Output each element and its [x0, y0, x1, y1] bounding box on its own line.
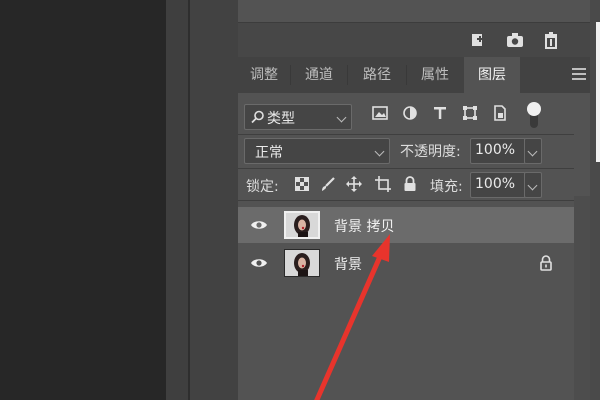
layer-thumbnail	[284, 211, 320, 239]
shape-filter-icon[interactable]	[460, 103, 480, 123]
layer-row[interactable]: 背景 拷贝	[238, 207, 574, 243]
layers-panel: 调整 通道 路径 属性 图层 类型 正常 不透明度: 100% 锁定: 填充: …	[238, 0, 590, 400]
fill-input[interactable]: 100%	[470, 172, 526, 198]
opacity-label: 不透明度:	[400, 144, 461, 160]
panel-dock-strip	[190, 0, 238, 400]
chevron-down-icon	[374, 146, 385, 157]
type-filter-icon[interactable]	[430, 103, 450, 123]
tab-layers[interactable]: 图层	[464, 57, 520, 93]
upper-panel-area	[238, 0, 590, 23]
layer-name: 背景	[334, 257, 362, 273]
chevron-down-icon	[527, 180, 538, 191]
tab-properties[interactable]: 属性	[407, 57, 463, 93]
lock-artboard-icon[interactable]	[374, 175, 392, 193]
new-layer-icon[interactable]	[466, 29, 488, 51]
window-edge	[596, 22, 600, 162]
fill-label: 填充:	[430, 179, 463, 195]
layers-scrollbar[interactable]	[574, 196, 590, 400]
tab-paths[interactable]: 路径	[348, 57, 406, 93]
canvas-area[interactable]	[0, 0, 166, 400]
lock-all-icon[interactable]	[401, 175, 419, 193]
visibility-eye-icon[interactable]	[250, 255, 268, 271]
layer-locked-icon	[539, 255, 553, 271]
lock-position-icon[interactable]	[345, 175, 363, 193]
layer-filter-dropdown[interactable]: 类型	[244, 104, 352, 130]
smart-object-filter-icon[interactable]	[490, 103, 510, 123]
panel-tabs: 调整 通道 路径 属性 图层	[238, 57, 590, 93]
layer-thumbnail	[284, 249, 320, 277]
lock-transparent-pixels-icon[interactable]	[293, 175, 311, 193]
tab-adjustments[interactable]: 调整	[238, 57, 290, 93]
layer-row[interactable]: 背景	[238, 245, 574, 281]
tab-channels[interactable]: 通道	[291, 57, 347, 93]
filter-toggle[interactable]	[527, 102, 541, 128]
adjustment-filter-icon[interactable]	[400, 103, 420, 123]
trash-icon[interactable]	[540, 29, 562, 51]
fill-value: 100%	[475, 176, 516, 192]
camera-icon[interactable]	[504, 29, 526, 51]
filter-type-label: 类型	[267, 111, 295, 127]
search-icon	[251, 110, 265, 128]
blend-mode-dropdown[interactable]: 正常	[244, 138, 390, 164]
visibility-eye-icon[interactable]	[250, 217, 268, 233]
panel-gutter	[166, 0, 190, 400]
opacity-input[interactable]: 100%	[470, 138, 526, 164]
lock-label: 锁定:	[246, 179, 279, 195]
lock-image-pixels-icon[interactable]	[319, 175, 337, 193]
panel-action-bar	[238, 23, 590, 57]
panel-menu-icon[interactable]	[572, 68, 586, 82]
chevron-down-icon	[527, 146, 538, 157]
image-filter-icon[interactable]	[370, 103, 390, 123]
blend-mode-value: 正常	[255, 145, 283, 161]
opacity-dropdown-button[interactable]	[524, 138, 542, 164]
chevron-down-icon	[336, 112, 347, 123]
layer-name: 背景 拷贝	[334, 219, 395, 235]
fill-dropdown-button[interactable]	[524, 172, 542, 198]
opacity-value: 100%	[475, 142, 516, 158]
